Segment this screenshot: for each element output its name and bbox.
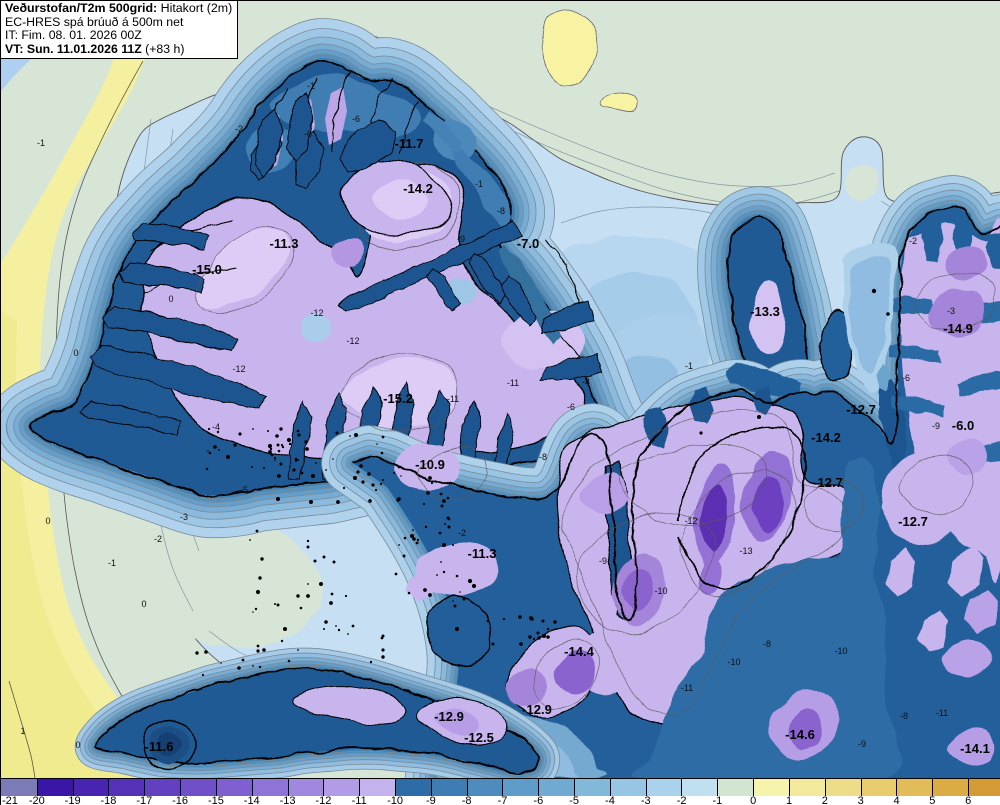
- svg-text:-12.9: -12.9: [522, 702, 552, 717]
- svg-text:-14.1: -14.1: [960, 741, 990, 756]
- svg-text:-12: -12: [684, 516, 697, 526]
- svg-text:-14.4: -14.4: [564, 644, 594, 659]
- svg-text:-3: -3: [180, 512, 188, 522]
- svg-text:-6: -6: [567, 402, 575, 412]
- svg-text:-8: -8: [539, 452, 547, 462]
- svg-text:-1: -1: [108, 558, 116, 568]
- svg-text:-9: -9: [599, 556, 607, 566]
- svg-text:-7.0: -7.0: [517, 236, 539, 251]
- svg-text:-1: -1: [307, 81, 315, 91]
- svg-text:-12.7: -12.7: [813, 475, 843, 490]
- svg-text:-8: -8: [900, 711, 908, 721]
- svg-text:-2: -2: [458, 528, 466, 538]
- svg-text:-9: -9: [932, 421, 940, 431]
- svg-text:-15.2: -15.2: [383, 391, 413, 406]
- svg-text:-2: -2: [235, 124, 243, 134]
- svg-text:-10: -10: [654, 586, 667, 596]
- svg-text:-12.9: -12.9: [434, 709, 464, 724]
- svg-text:-13.3: -13.3: [750, 304, 780, 319]
- svg-text:-10.9: -10.9: [415, 457, 445, 472]
- svg-text:-3: -3: [947, 306, 955, 316]
- svg-text:-11: -11: [681, 683, 693, 693]
- svg-text:-12.7: -12.7: [846, 402, 876, 417]
- svg-text:-8: -8: [763, 639, 771, 649]
- svg-text:-11.6: -11.6: [145, 739, 174, 754]
- svg-text:-6: -6: [902, 373, 910, 383]
- svg-text:-9: -9: [457, 234, 465, 244]
- svg-text:-14.2: -14.2: [811, 430, 841, 445]
- svg-text:-1: -1: [37, 138, 45, 148]
- svg-text:1: 1: [20, 726, 25, 736]
- svg-text:-2: -2: [154, 534, 162, 544]
- svg-text:-8: -8: [497, 206, 505, 216]
- svg-text:0: 0: [168, 294, 173, 304]
- svg-text:0: 0: [75, 740, 80, 750]
- svg-text:-11: -11: [936, 708, 948, 718]
- svg-text:-11: -11: [447, 394, 459, 404]
- svg-text:-13: -13: [739, 546, 752, 556]
- svg-text:-10: -10: [834, 646, 847, 656]
- svg-text:0: 0: [73, 348, 78, 358]
- svg-text:-12.5: -12.5: [464, 730, 494, 745]
- svg-text:-6.0: -6.0: [952, 418, 974, 433]
- svg-text:0: 0: [141, 599, 146, 609]
- svg-text:-5: -5: [240, 485, 248, 495]
- svg-text:-12: -12: [232, 364, 245, 374]
- svg-text:-6: -6: [352, 114, 360, 124]
- svg-text:-12: -12: [310, 308, 323, 318]
- svg-text:-15.0: -15.0: [192, 262, 222, 277]
- svg-text:-11: -11: [507, 378, 519, 388]
- svg-text:-11.7: -11.7: [395, 136, 424, 151]
- svg-text:-9: -9: [858, 739, 866, 749]
- svg-text:-11.3: -11.3: [468, 546, 497, 561]
- svg-text:-14.9: -14.9: [943, 321, 973, 336]
- svg-text:-14.2: -14.2: [403, 181, 433, 196]
- svg-text:-12.7: -12.7: [898, 514, 928, 529]
- svg-text:-6: -6: [304, 129, 312, 139]
- svg-text:0: 0: [45, 516, 50, 526]
- svg-text:-11.3: -11.3: [270, 236, 299, 251]
- svg-text:-1: -1: [685, 361, 693, 371]
- svg-text:-4: -4: [582, 377, 590, 387]
- svg-text:-14.6: -14.6: [785, 727, 815, 742]
- svg-text:-12: -12: [346, 336, 359, 346]
- svg-text:-4: -4: [212, 422, 220, 432]
- svg-text:-1: -1: [475, 179, 483, 189]
- svg-text:-10: -10: [727, 657, 740, 667]
- svg-text:-2: -2: [909, 236, 917, 246]
